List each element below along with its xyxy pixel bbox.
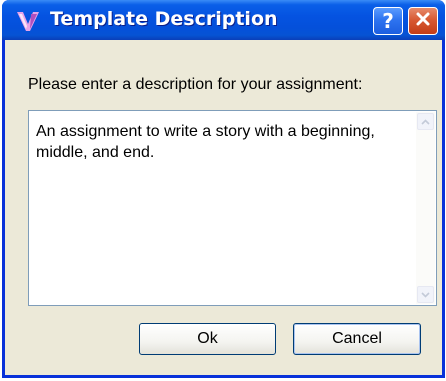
vertical-scrollbar[interactable] (416, 112, 435, 304)
description-prompt-label: Please enter a description for your assi… (28, 76, 363, 93)
chevron-down-icon (421, 291, 430, 298)
dialog-title: Template Description (50, 8, 278, 30)
app-icon (16, 10, 40, 32)
cancel-button[interactable]: Cancel (293, 323, 421, 355)
description-textarea[interactable]: An assignment to write a story with a be… (28, 110, 437, 306)
scroll-down-button[interactable] (417, 286, 434, 303)
close-icon (415, 11, 431, 31)
description-text[interactable]: An assignment to write a story with a be… (36, 121, 406, 163)
help-button[interactable]: ? (373, 7, 403, 35)
chevron-up-icon (421, 118, 430, 125)
ok-button[interactable]: Ok (139, 323, 276, 355)
close-button[interactable] (408, 7, 438, 35)
template-description-dialog: Template Description ? Please enter a de… (2, 0, 445, 378)
scroll-up-button[interactable] (417, 113, 434, 130)
help-icon: ? (382, 9, 394, 33)
title-bar[interactable]: Template Description ? (2, 0, 445, 40)
